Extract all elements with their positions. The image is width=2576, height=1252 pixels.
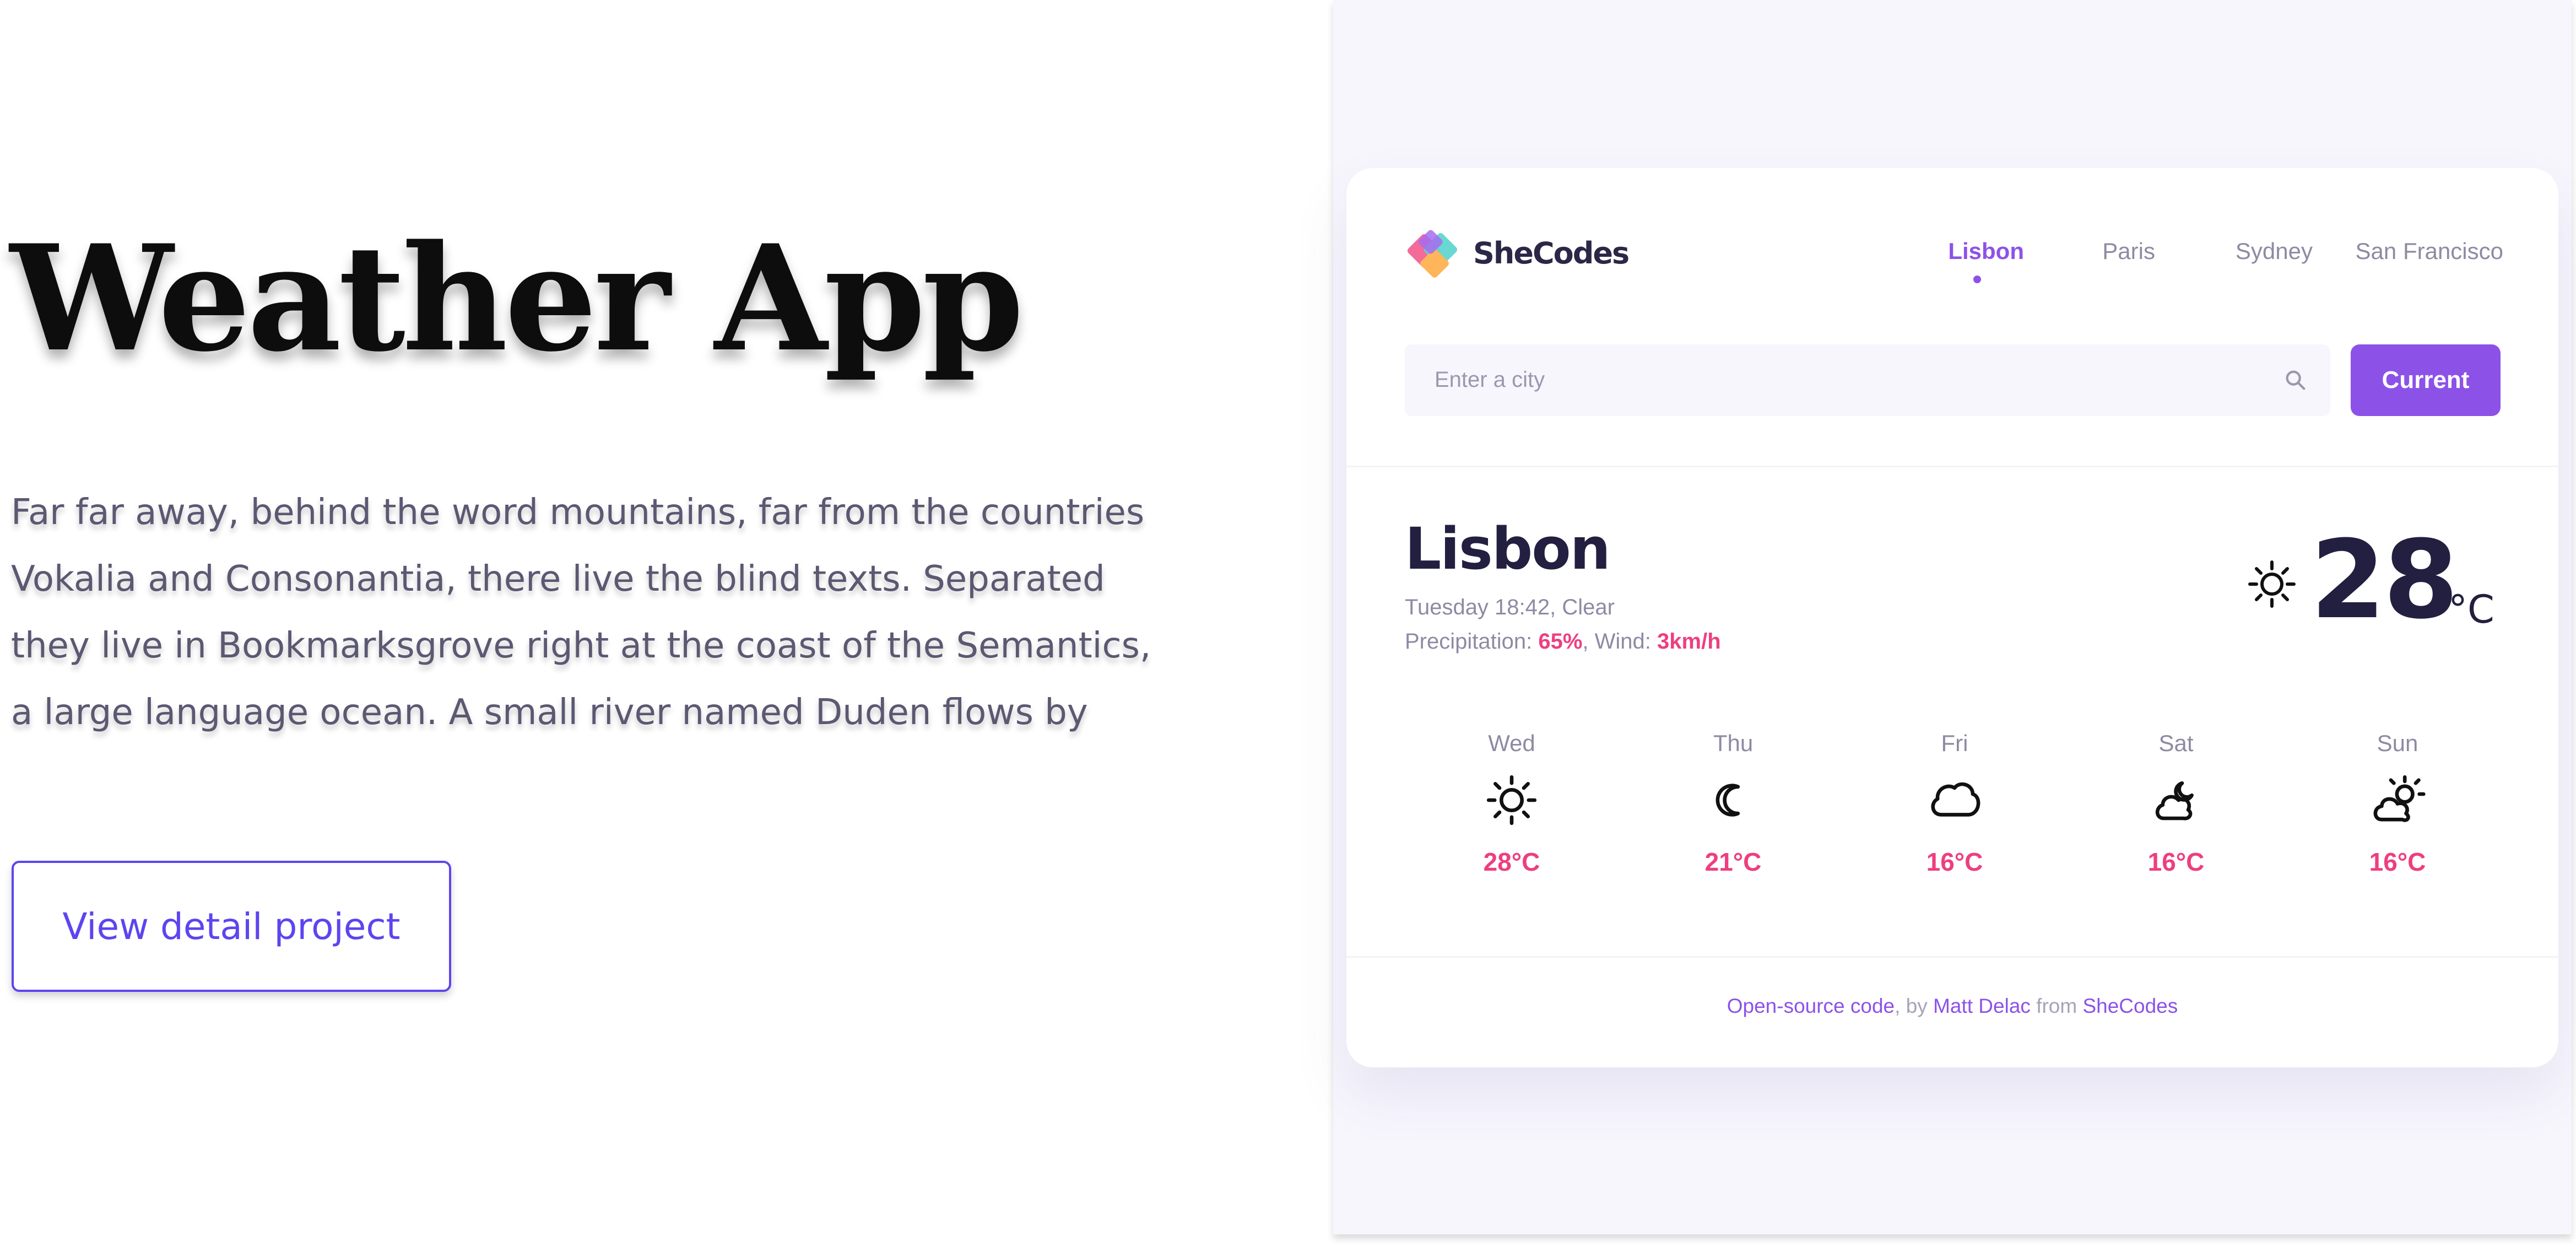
forecast-weekday: Wed	[1488, 730, 1535, 756]
current-location-button[interactable]: Current	[2351, 344, 2501, 416]
partly-cloudy-icon	[2373, 775, 2426, 822]
search-icon[interactable]	[2283, 368, 2308, 393]
description-line: a large language ocean. A small river na…	[11, 692, 1088, 733]
sun-icon	[2248, 560, 2296, 608]
nav-item-sydney[interactable]: Sydney	[2236, 238, 2313, 265]
forecast-day: Fri 16°C	[1883, 730, 2026, 877]
footer: Open-source code, by Matt Delac from She…	[1346, 995, 2558, 1018]
search-placeholder: Enter a city	[1435, 368, 1545, 392]
forecast-day: Wed 28°C	[1440, 730, 1583, 877]
temperature-unit: °C	[2448, 587, 2494, 632]
footer-from-text: from	[2036, 995, 2077, 1017]
shecodes-logo[interactable]: SheCodes	[1405, 222, 1636, 288]
description-line: Vokalia and Consonantia, there live the …	[11, 559, 1105, 600]
active-indicator	[1973, 276, 1981, 283]
forecast-weekday: Sat	[2158, 730, 2194, 756]
footer-by-text: , by	[1895, 995, 1928, 1017]
precipitation-label: Precipitation:	[1405, 629, 1533, 654]
weather-card: SheCodes Lisbon Paris Sydney San Francis…	[1346, 168, 2558, 1067]
forecast-temperature: 21°C	[1704, 848, 1762, 876]
brand-name: SheCodes	[1473, 236, 1630, 271]
shecodes-link[interactable]: SheCodes	[2082, 995, 2178, 1017]
forecast-day: Sun 16°C	[2326, 730, 2469, 877]
current-temperature: 28	[2310, 517, 2459, 643]
wind-label: Wind:	[1594, 629, 1651, 654]
view-detail-project-button[interactable]: View detail project	[12, 861, 451, 992]
divider	[1346, 956, 2558, 958]
page-title: Weather App	[10, 213, 1024, 384]
author-link[interactable]: Matt Delac	[1933, 995, 2031, 1017]
nav-item-san-francisco[interactable]: San Francisco	[2356, 238, 2503, 265]
nav-item-lisbon[interactable]: Lisbon	[1948, 238, 2024, 265]
divider	[1346, 466, 2558, 467]
forecast-weekday: Sun	[2377, 730, 2418, 756]
forecast-day: Thu 21°C	[1662, 730, 1805, 877]
wind-value: 3km/h	[1657, 629, 1721, 654]
forecast-weekday: Thu	[1713, 730, 1754, 756]
weather-details: Tuesday 18:42, Clear Precipitation: 65%,…	[1405, 590, 1721, 659]
city-name: Lisbon	[1405, 515, 1611, 582]
date-time: Tuesday 18:42, Clear	[1405, 595, 1615, 619]
forecast-day: Sat 16°C	[2104, 730, 2248, 877]
forecast-temperature: 28°C	[1483, 848, 1540, 876]
search-input[interactable]: Enter a city	[1405, 344, 2330, 416]
open-source-link[interactable]: Open-source code	[1727, 995, 1895, 1017]
forecast-weekday: Fri	[1941, 730, 1968, 756]
project-description: Far far away, behind the word mountains,…	[11, 479, 1168, 746]
description-line: they live in Bookmarksgrove right at the…	[11, 625, 1151, 666]
cloud-icon	[1931, 782, 1980, 817]
forecast-temperature: 16°C	[1926, 848, 1983, 876]
conditions-line: Precipitation: 65%, Wind: 3km/h	[1405, 629, 1721, 654]
description-line: Far far away, behind the word mountains,…	[11, 492, 1145, 533]
night-cloud-icon	[2155, 781, 2194, 821]
precipitation-value: 65%	[1538, 629, 1583, 654]
moon-icon	[1715, 784, 1740, 817]
sun-icon	[1486, 775, 1537, 825]
app-preview: SheCodes Lisbon Paris Sydney San Francis…	[1333, 0, 2572, 1234]
forecast-temperature: 16°C	[2147, 848, 2205, 876]
shecodes-logo-icon	[1407, 230, 1458, 278]
forecast-temperature: 16°C	[2369, 848, 2426, 876]
nav-item-paris[interactable]: Paris	[2102, 238, 2155, 265]
